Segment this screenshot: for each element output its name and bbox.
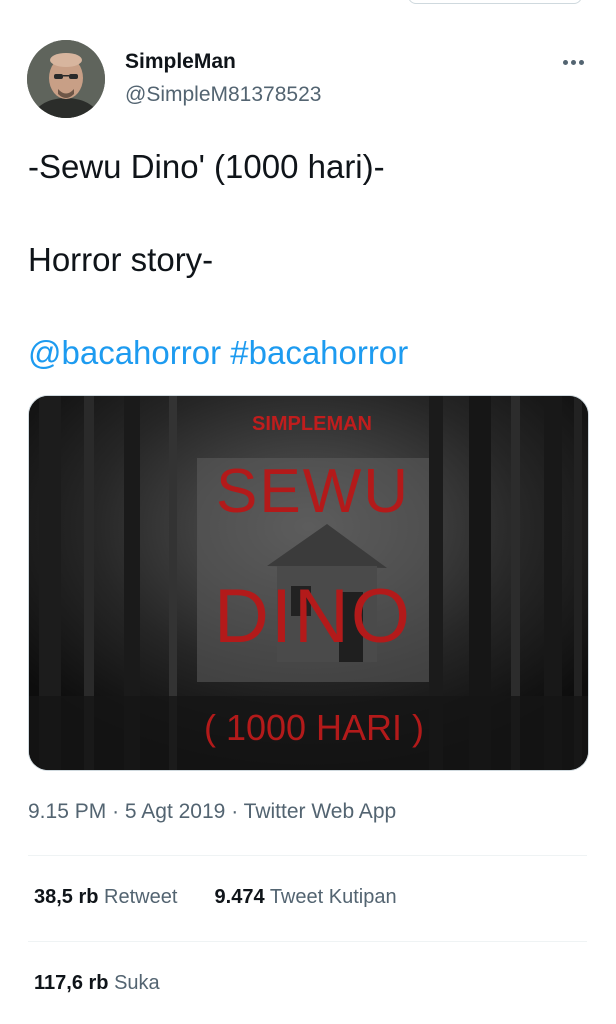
meta-separator: · [231, 800, 239, 823]
tweet-image[interactable]: SIMPLEMAN SEWU DINO ( 1000 HARI ) [28, 395, 589, 771]
poster-title-line-1: SEWU [216, 457, 410, 526]
avatar[interactable] [27, 40, 105, 118]
more-options-button[interactable] [556, 52, 590, 72]
tweet-meta: 9.15 PM · 5 Agt 2019 · Twitter Web App [28, 800, 396, 824]
likes-stat[interactable]: 117,6 rb Suka [34, 972, 160, 994]
retweets-count: 38,5 rb [34, 886, 99, 908]
avatar-image [27, 40, 105, 118]
divider [28, 855, 587, 856]
author-display-name[interactable]: SimpleMan [125, 50, 236, 74]
likes-label: Suka [114, 972, 160, 994]
poster-subtitle: ( 1000 HARI ) [204, 707, 424, 748]
tweet-text-line-2: Horror story- [28, 241, 214, 278]
author-handle[interactable]: @SimpleM81378523 [125, 83, 321, 107]
retweets-stat[interactable]: 38,5 rb Retweet [34, 886, 177, 908]
likes-count: 117,6 rb [34, 972, 109, 994]
hashtag-link[interactable]: #bacahorror [230, 334, 408, 371]
engagement-stats-row: 38,5 rb Retweet 9.474 Tweet Kutipan [34, 886, 397, 909]
poster-title-line-2: DINO [214, 574, 412, 659]
meta-separator: · [112, 800, 120, 823]
mention-link[interactable]: @bacahorror [28, 334, 221, 371]
quotes-count: 9.474 [214, 886, 265, 908]
tweet-source[interactable]: Twitter Web App [244, 800, 397, 823]
svg-text:SIMPLEMAN: SIMPLEMAN [252, 413, 372, 435]
poster-brand: SIMPLEMAN [252, 413, 372, 435]
sewu-dino-poster: SIMPLEMAN SEWU DINO ( 1000 HARI ) [29, 396, 588, 770]
divider [28, 941, 587, 942]
tweet-text-line-1: -Sewu Dino' (1000 hari)- [28, 148, 385, 185]
top-pill-button[interactable] [408, 0, 582, 4]
likes-stats-row: 117,6 rb Suka [34, 972, 160, 995]
quotes-label: Tweet Kutipan [269, 886, 397, 908]
tweet-date[interactable]: 5 Agt 2019 [125, 800, 225, 823]
tweet-links: @bacahorror #bacahorror [28, 334, 408, 372]
more-horizontal-icon [562, 59, 584, 65]
tweet-time[interactable]: 9.15 PM [28, 800, 106, 823]
quotes-stat[interactable]: 9.474 Tweet Kutipan [215, 886, 397, 908]
retweets-label: Retweet [104, 886, 178, 908]
